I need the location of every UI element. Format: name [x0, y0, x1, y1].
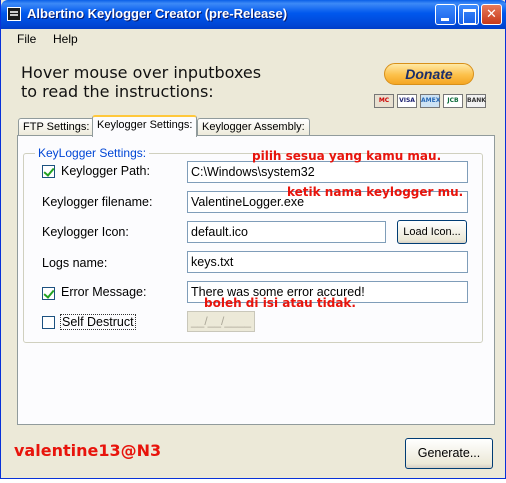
- keylogger-icon-input[interactable]: default.ico: [187, 221, 386, 243]
- watermark-text: valentine13@N3: [14, 441, 162, 460]
- donate-button[interactable]: Donate: [384, 63, 474, 85]
- visa-icon: VISA: [397, 94, 417, 108]
- annotation-optional: boleh di isi atau tidak.: [204, 296, 356, 310]
- app-icon: [7, 7, 21, 21]
- error-message-label: Error Message:: [61, 285, 147, 299]
- instructions-text: Hover mouse over inputboxes to read the …: [21, 63, 261, 101]
- logs-name-input[interactable]: keys.txt: [187, 251, 468, 273]
- group-title: KeyLogger Settings:: [35, 146, 150, 160]
- annotation-path: pilih sesua yang kamu mau.: [252, 149, 442, 163]
- keylogger-icon-label: Keylogger Icon:: [42, 225, 129, 239]
- title-bar[interactable]: Albertino Keylogger Creator (pre-Release…: [1, 0, 506, 29]
- error-message-checkbox[interactable]: [42, 287, 55, 300]
- jcb-icon: JCB: [443, 94, 463, 108]
- bank-icon: BANK: [466, 94, 486, 108]
- minimize-button[interactable]: [435, 4, 456, 25]
- bottom-edge: [0, 479, 506, 483]
- self-destruct-date-input[interactable]: __/__/____: [187, 311, 255, 332]
- keylogger-path-input[interactable]: C:\Windows\system32: [187, 161, 468, 183]
- self-destruct-label: Self Destruct: [60, 314, 136, 330]
- tab-keylogger-settings[interactable]: Keylogger Settings:: [92, 115, 198, 137]
- keylogger-path-checkbox[interactable]: [42, 165, 55, 178]
- window-title: Albertino Keylogger Creator (pre-Release…: [27, 6, 288, 21]
- maximize-button[interactable]: [458, 4, 479, 25]
- tab-ftp-settings[interactable]: FTP Settings:: [18, 118, 95, 136]
- amex-icon: AMEX: [420, 94, 440, 108]
- menu-file[interactable]: File: [17, 32, 36, 46]
- logs-name-label: Logs name:: [42, 256, 108, 270]
- generate-button[interactable]: Generate...: [405, 438, 493, 469]
- self-destruct-checkbox[interactable]: [42, 316, 55, 329]
- payment-cards: MC VISA AMEX JCB BANK: [374, 94, 486, 108]
- mastercard-icon: MC: [374, 94, 394, 108]
- tab-keylogger-assembly[interactable]: Keylogger Assembly:: [197, 118, 310, 136]
- load-icon-button[interactable]: Load Icon...: [397, 220, 467, 244]
- keylogger-filename-label: Keylogger filename:: [42, 195, 153, 209]
- keylogger-path-label: Keylogger Path:: [61, 164, 150, 178]
- close-button[interactable]: ✕: [481, 4, 502, 25]
- menu-help[interactable]: Help: [53, 32, 78, 46]
- annotation-filename: ketik nama keylogger mu.: [287, 185, 464, 199]
- instructions-line-1: Hover mouse over inputboxes: [21, 63, 262, 82]
- menu-bar: File Help: [1, 29, 505, 49]
- instructions-line-2: to read the instructions:: [21, 82, 214, 101]
- app-window: Albertino Keylogger Creator (pre-Release…: [0, 0, 506, 479]
